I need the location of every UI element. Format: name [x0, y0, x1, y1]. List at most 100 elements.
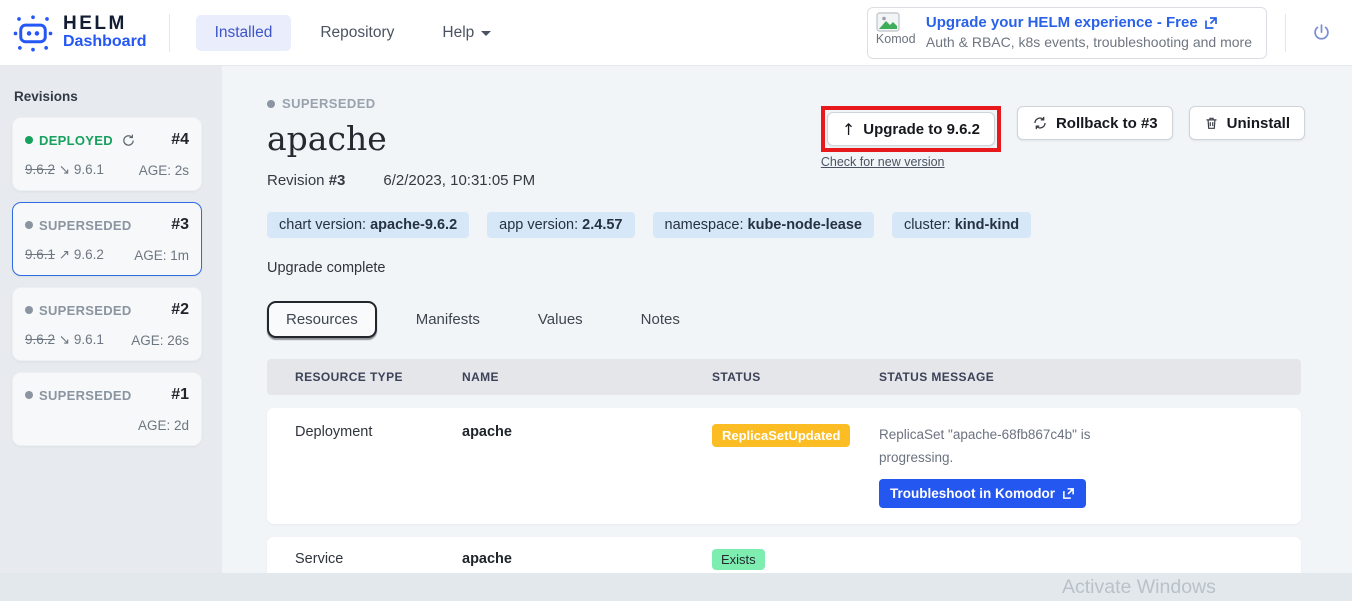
status-dot-deployed — [25, 136, 33, 144]
revision-age: AGE: 2d — [138, 418, 189, 433]
arrow-up-icon: ↑ — [842, 120, 855, 139]
tab-values[interactable]: Values — [519, 301, 602, 338]
power-icon — [1311, 22, 1332, 43]
helm-dashboard-logo[interactable]: HELM Dashboard — [12, 11, 147, 55]
broken-image-icon — [876, 12, 900, 32]
nav-menu-help-label: Help — [442, 24, 474, 42]
revision-card-4[interactable]: DEPLOYED #4 9.6.2 ↘ 9.6.1 AGE: 2s — [12, 117, 202, 191]
release-actions: ↑ Upgrade to 9.6.2 Check for new version — [821, 106, 1305, 189]
promo-subtitle: Auth & RBAC, k8s events, troubleshooting… — [926, 33, 1252, 52]
redeploy-icon[interactable] — [121, 133, 136, 148]
rollback-icon — [1032, 115, 1048, 131]
status-dot-superseded — [25, 306, 33, 314]
main-nav: Installed Repository Help — [196, 15, 511, 51]
status-dot — [267, 100, 275, 108]
status-badge-replicasetupdated: ReplicaSetUpdated — [712, 424, 850, 447]
activate-windows-watermark: Activate Windows — [1062, 576, 1216, 599]
revision-card-3-selected[interactable]: SUPERSEDED #3 9.6.1 ↗ 9.6.2 AGE: 1m — [12, 202, 202, 276]
revision-status: SUPERSEDED — [39, 303, 132, 318]
status-dot-superseded — [25, 221, 33, 229]
troubleshoot-komodor-button[interactable]: Troubleshoot in Komodor — [879, 479, 1086, 508]
namespace-chip: namespace: kube-node-lease — [653, 212, 874, 238]
revision-number: #4 — [171, 131, 189, 149]
rollback-button[interactable]: Rollback to #3 — [1017, 106, 1173, 140]
revision-status: SUPERSEDED — [39, 388, 132, 403]
chart-version-chip: chart version: apache-9.6.2 — [267, 212, 469, 238]
revision-age: AGE: 2s — [139, 163, 189, 178]
release-detail-panel: SUPERSEDED apache Revision #3 6/2/2023, … — [222, 66, 1352, 573]
tab-manifests[interactable]: Manifests — [397, 301, 499, 338]
revision-number: #2 — [171, 301, 189, 319]
col-status-message: STATUS MESSAGE — [879, 370, 1301, 384]
table-row-deployment: Deployment apache ReplicaSetUpdated Repl… — [267, 408, 1301, 524]
release-description: Upgrade complete — [267, 260, 1305, 276]
revisions-title: Revisions — [14, 89, 202, 104]
revision-card-2[interactable]: SUPERSEDED #2 9.6.2 ↘ 9.6.1 AGE: 26s — [12, 287, 202, 361]
version-change: 9.6.1 ↗ 9.6.2 — [25, 247, 104, 263]
upgrade-button[interactable]: ↑ Upgrade to 9.6.2 — [827, 112, 995, 146]
nav-tab-installed[interactable]: Installed — [196, 15, 292, 51]
nav-tab-installed-label: Installed — [215, 24, 273, 42]
helm-logo-icon — [12, 11, 54, 55]
release-status-text: SUPERSEDED — [282, 96, 376, 111]
revision-age: AGE: 26s — [131, 333, 189, 348]
logo-title: HELM — [63, 14, 147, 34]
resources-table: RESOURCE TYPE NAME STATUS STATUS MESSAGE… — [267, 359, 1301, 582]
external-link-icon — [1204, 16, 1218, 30]
uninstall-button[interactable]: Uninstall — [1189, 106, 1305, 140]
troubleshoot-button-label: Troubleshoot in Komodor — [890, 486, 1055, 501]
check-new-version-link[interactable]: Check for new version — [821, 155, 945, 169]
trash-icon — [1204, 115, 1219, 131]
version-change: 9.6.2 ↘ 9.6.1 — [25, 162, 104, 178]
revisions-sidebar: Revisions DEPLOYED #4 9.6.2 ↘ 9.6.1 AGE:… — [0, 66, 222, 601]
promo-text: Upgrade your HELM experience - Free Auth… — [926, 13, 1252, 52]
promo-title-text: Upgrade your HELM experience - Free — [926, 13, 1198, 33]
revision-status: DEPLOYED — [39, 133, 113, 148]
col-status: STATUS — [712, 370, 879, 384]
promo-title-link[interactable]: Upgrade your HELM experience - Free — [926, 13, 1252, 33]
resource-name: apache — [462, 551, 712, 567]
arrow-down-icon: ↘ — [59, 332, 70, 348]
revision-age: AGE: 1m — [134, 248, 189, 263]
status-cell: ReplicaSetUpdated — [712, 424, 879, 447]
status-badge-exists: Exists — [712, 549, 765, 570]
status-dot-superseded — [25, 391, 33, 399]
top-header: HELM Dashboard Installed Repository Help… — [0, 0, 1352, 66]
nav-tab-repository-label: Repository — [320, 24, 394, 42]
release-date: 6/2/2023, 10:31:05 PM — [383, 172, 535, 189]
logo-subtitle: Dashboard — [63, 34, 147, 51]
tab-notes[interactable]: Notes — [622, 301, 699, 338]
header-divider — [169, 14, 170, 52]
col-name: NAME — [462, 370, 712, 384]
upgrade-button-label: Upgrade to 9.6.2 — [863, 121, 980, 138]
revision-number: #3 — [171, 216, 189, 234]
komodor-promo-banner[interactable]: Komod Upgrade your HELM experience - Fre… — [867, 7, 1267, 59]
chevron-down-icon — [481, 31, 491, 36]
cluster-chip: cluster: kind-kind — [892, 212, 1031, 238]
logo-text: HELM Dashboard — [63, 14, 147, 51]
body-row: Revisions DEPLOYED #4 9.6.2 ↘ 9.6.1 AGE:… — [0, 66, 1352, 573]
revision-card-1[interactable]: SUPERSEDED #1 AGE: 2d — [12, 372, 202, 446]
external-link-icon — [1062, 487, 1075, 500]
tab-resources[interactable]: Resources — [267, 301, 377, 338]
status-message-cell: ReplicaSet "apache-68fb867c4b" is progre… — [879, 424, 1301, 508]
rollback-button-label: Rollback to #3 — [1056, 115, 1158, 132]
release-meta: Revision #3 6/2/2023, 10:31:05 PM — [267, 172, 821, 189]
header-right: Komod Upgrade your HELM experience - Fre… — [867, 7, 1338, 59]
uninstall-button-label: Uninstall — [1227, 115, 1290, 132]
resource-name: apache — [462, 424, 712, 440]
komodor-image-alt-text: Komod — [876, 32, 916, 46]
komodor-broken-image: Komod — [876, 12, 918, 54]
arrow-down-icon: ↘ — [59, 162, 70, 178]
revision-label: Revision #3 — [267, 172, 345, 189]
release-info-chips: chart version: apache-9.6.2 app version:… — [267, 212, 1305, 238]
upgrade-action-group: ↑ Upgrade to 9.6.2 Check for new version — [821, 106, 1001, 171]
helm-dashboard-app: HELM Dashboard Installed Repository Help… — [0, 0, 1352, 601]
shutdown-button[interactable] — [1304, 16, 1338, 50]
nav-menu-help[interactable]: Help — [423, 15, 510, 51]
red-highlight-annotation: ↑ Upgrade to 9.6.2 — [821, 106, 1001, 152]
revision-number: #1 — [171, 386, 189, 404]
arrow-up-icon: ↗ — [59, 247, 70, 263]
nav-tab-repository[interactable]: Repository — [301, 15, 413, 51]
revision-status: SUPERSEDED — [39, 218, 132, 233]
